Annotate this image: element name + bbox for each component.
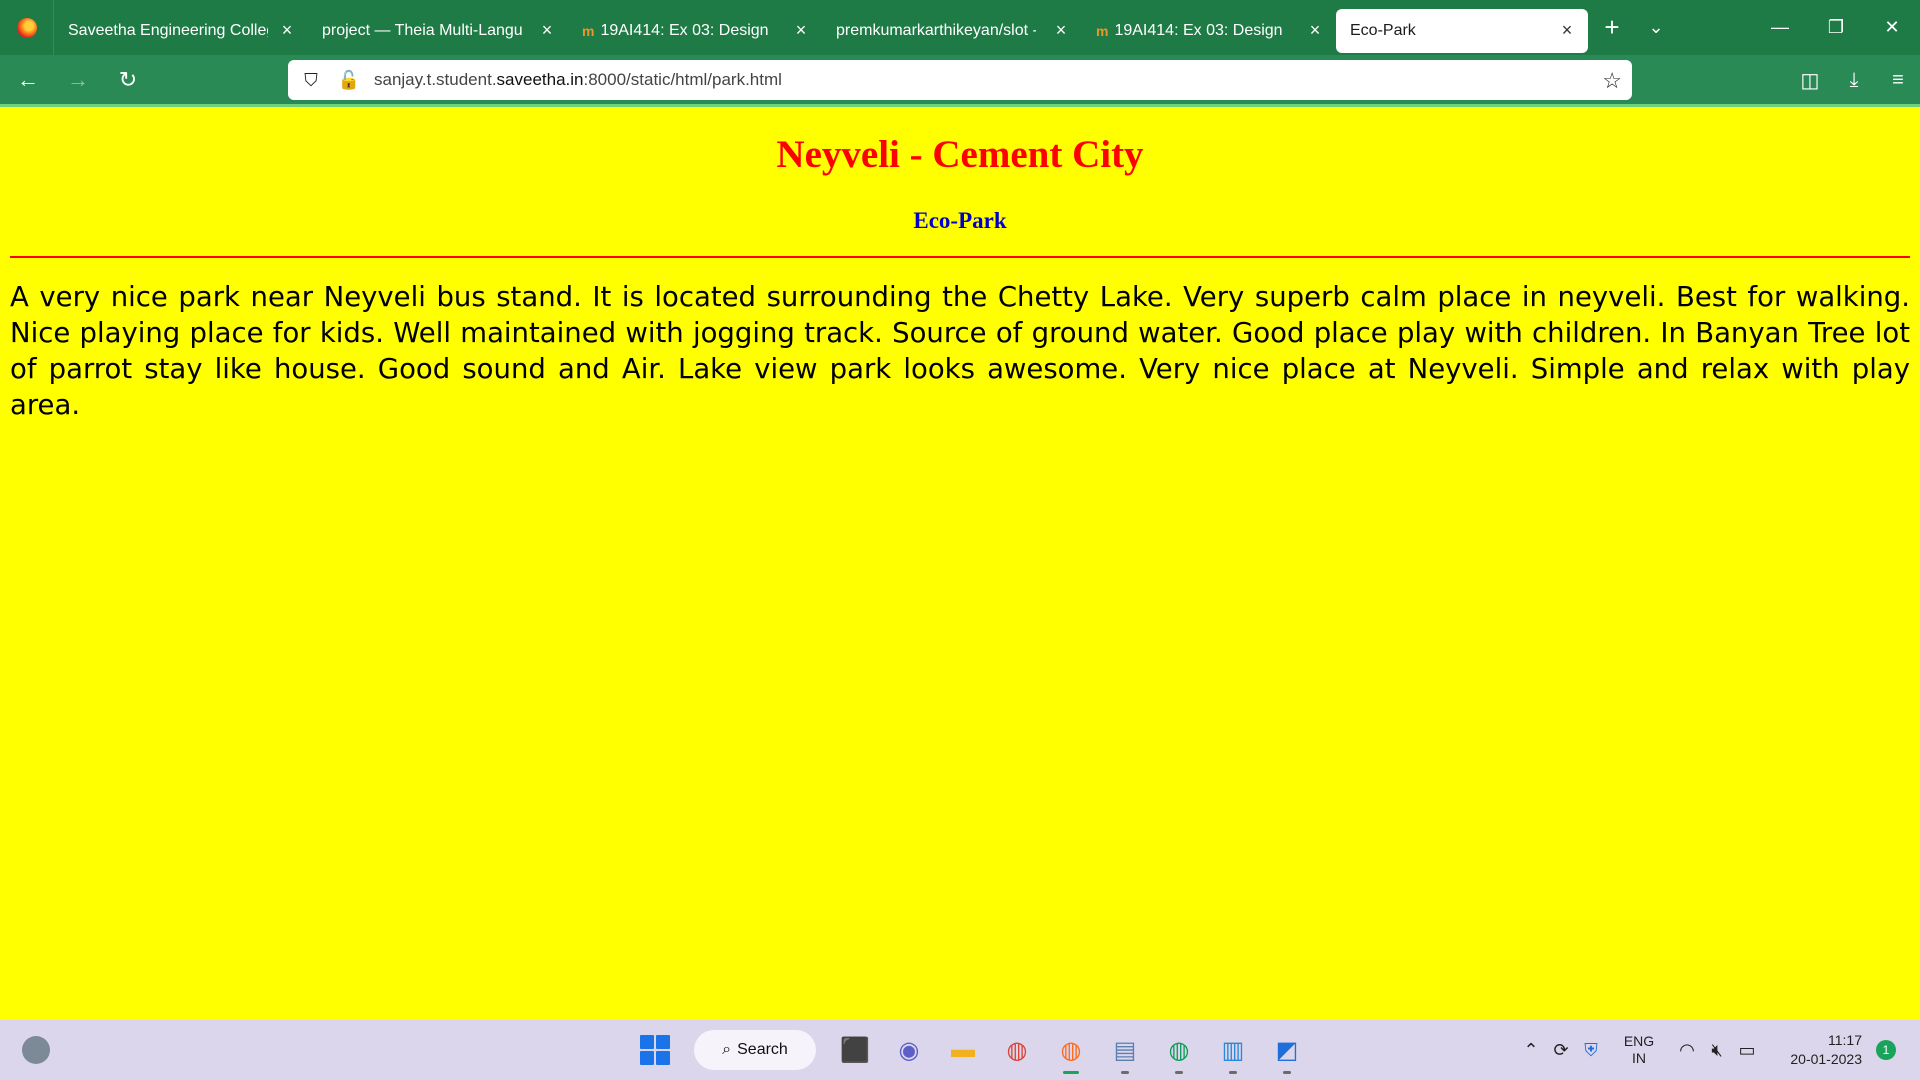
tab-title: premkumarkarthikeyan/slot - ex xyxy=(836,21,1036,39)
insecure-lock-icon[interactable]: 🔓 xyxy=(334,60,364,100)
close-icon[interactable]: × xyxy=(538,21,556,39)
teams-chat-icon[interactable]: ◉ xyxy=(886,1028,932,1072)
window-controls: — ❐ ✕ xyxy=(1752,0,1920,55)
chrome-icon[interactable]: ◍ xyxy=(994,1028,1040,1072)
horizontal-rule xyxy=(10,256,1910,258)
tab-saveetha[interactable]: Saveetha Engineering College × xyxy=(54,9,308,53)
close-window-icon[interactable]: ✕ xyxy=(1864,0,1920,55)
close-icon[interactable]: × xyxy=(1306,21,1324,39)
tab-eco-park[interactable]: Eco-Park × xyxy=(1336,8,1588,53)
minimize-icon[interactable]: — xyxy=(1752,0,1808,55)
language-indicator[interactable]: ENG IN xyxy=(1614,1033,1664,1067)
shield-icon[interactable]: ⛉ xyxy=(296,60,326,100)
search-icon: ⌕ xyxy=(722,1041,732,1058)
tab-moodle-2[interactable]: m 19AI414: Ex 03: Design a We × xyxy=(1082,9,1336,53)
sync-icon[interactable]: ⟳ xyxy=(1546,1020,1576,1080)
wifi-icon[interactable]: ◠ xyxy=(1672,1020,1702,1080)
taskbar-apps: ⌕ Search ⬛ ◉ ▬ ◍ ◍ ▤ ◍ ▥ ◩ xyxy=(628,1028,1314,1074)
close-icon[interactable]: × xyxy=(1558,21,1576,39)
tab-title: project — Theia Multi-Language xyxy=(322,21,522,39)
tab-title: 19AI414: Ex 03: Design a We xyxy=(1114,21,1284,39)
url-path: :8000/static/html/park.html xyxy=(583,70,782,89)
close-icon[interactable]: × xyxy=(792,21,810,39)
notification-badge[interactable]: 1 xyxy=(1876,1040,1896,1060)
clock-time: 11:17 xyxy=(1828,1032,1862,1048)
tab-github[interactable]: premkumarkarthikeyan/slot - ex × xyxy=(822,9,1082,53)
page-paragraph: A very nice park near Neyveli bus stand.… xyxy=(10,281,1910,421)
forward-button[interactable]: → xyxy=(56,58,100,102)
app-window-icon[interactable]: ▤ xyxy=(1102,1028,1148,1074)
system-tray: ⌃ ⟳ ⛨ ENG IN ◠ 🔇︎ ▭ 11:17 20-01-2023 1 xyxy=(1516,1020,1920,1080)
search-button[interactable]: ⌕ Search xyxy=(694,1030,816,1070)
windows-logo-icon xyxy=(640,1035,670,1065)
tab-theia[interactable]: project — Theia Multi-Language × xyxy=(308,9,568,53)
url-text[interactable]: sanjay.t.student.saveetha.in:8000/static… xyxy=(374,70,782,90)
file-explorer-icon[interactable]: ▬ xyxy=(940,1028,986,1072)
start-button[interactable] xyxy=(632,1028,678,1072)
moodle-icon: m xyxy=(1096,22,1109,39)
volume-muted-icon[interactable]: 🔇︎ xyxy=(1702,1020,1732,1080)
moodle-icon: m xyxy=(582,22,595,39)
page-subheading: Eco-Park xyxy=(913,208,1007,233)
task-view-icon[interactable]: ⬛ xyxy=(832,1028,878,1072)
back-button[interactable]: ← xyxy=(6,58,50,102)
navigation-toolbar: ← → ↻ ⛉ 🔓 sanjay.t.student.saveetha.in:8… xyxy=(0,55,1920,105)
tab-moodle-1[interactable]: m 19AI414: Ex 03: Design a We × xyxy=(568,9,822,53)
url-host-prefix: sanjay.t.student. xyxy=(374,70,497,89)
new-tab-button[interactable]: + xyxy=(1588,0,1636,55)
firefox-icon[interactable]: ◍ xyxy=(1048,1028,1094,1074)
chevron-up-icon[interactable]: ⌃ xyxy=(1516,1020,1546,1080)
page-heading: Neyveli - Cement City xyxy=(776,133,1144,176)
list-all-tabs-icon[interactable]: ⌄ xyxy=(1636,0,1676,55)
battery-icon[interactable]: ▭ xyxy=(1732,1020,1762,1080)
close-icon[interactable]: × xyxy=(1052,21,1070,39)
tab-title: 19AI414: Ex 03: Design a We xyxy=(600,21,770,39)
clock-date: 20-01-2023 xyxy=(1790,1051,1862,1067)
reload-button[interactable]: ↻ xyxy=(106,58,150,102)
firefox-menu-icon[interactable] xyxy=(0,0,54,55)
tab-bar: Saveetha Engineering College × project —… xyxy=(0,0,1920,55)
clock[interactable]: 11:17 20-01-2023 xyxy=(1762,1031,1862,1069)
windows-taskbar: ⌕ Search ⬛ ◉ ▬ ◍ ◍ ▤ ◍ ▥ ◩ ⌃ ⟳ ⛨ ENG IN … xyxy=(0,1020,1920,1080)
tab-title: Saveetha Engineering College xyxy=(68,21,268,39)
language-code: ENG xyxy=(1623,1033,1655,1049)
bookmark-star-icon[interactable]: ☆ xyxy=(1602,68,1622,94)
downloads-icon[interactable]: ⤓ xyxy=(1832,55,1876,105)
toolbar-right-icons: ◫ ⤓ ≡ xyxy=(1788,55,1920,105)
restore-icon[interactable]: ❐ xyxy=(1808,0,1864,55)
address-bar[interactable]: ⛉ 🔓 sanjay.t.student.saveetha.in:8000/st… xyxy=(288,60,1632,100)
weather-widget-icon[interactable] xyxy=(22,1036,50,1064)
pocket-icon[interactable]: ◫ xyxy=(1788,55,1832,105)
app-menu-icon[interactable]: ≡ xyxy=(1876,55,1920,105)
web-page: Neyveli - Cement City Eco-Park A very ni… xyxy=(0,107,1920,1020)
region-code: IN xyxy=(1632,1050,1646,1066)
chrome-profile-icon[interactable]: ◍ xyxy=(1156,1028,1202,1074)
search-label: Search xyxy=(737,1041,788,1058)
paint-icon[interactable]: ◩ xyxy=(1264,1028,1310,1074)
tab-title: Eco-Park xyxy=(1350,21,1416,39)
notepad-icon[interactable]: ▥ xyxy=(1210,1028,1256,1074)
close-icon[interactable]: × xyxy=(278,21,296,39)
security-shield-icon[interactable]: ⛨ xyxy=(1576,1020,1606,1080)
url-host-domain: saveetha.in xyxy=(496,70,584,89)
